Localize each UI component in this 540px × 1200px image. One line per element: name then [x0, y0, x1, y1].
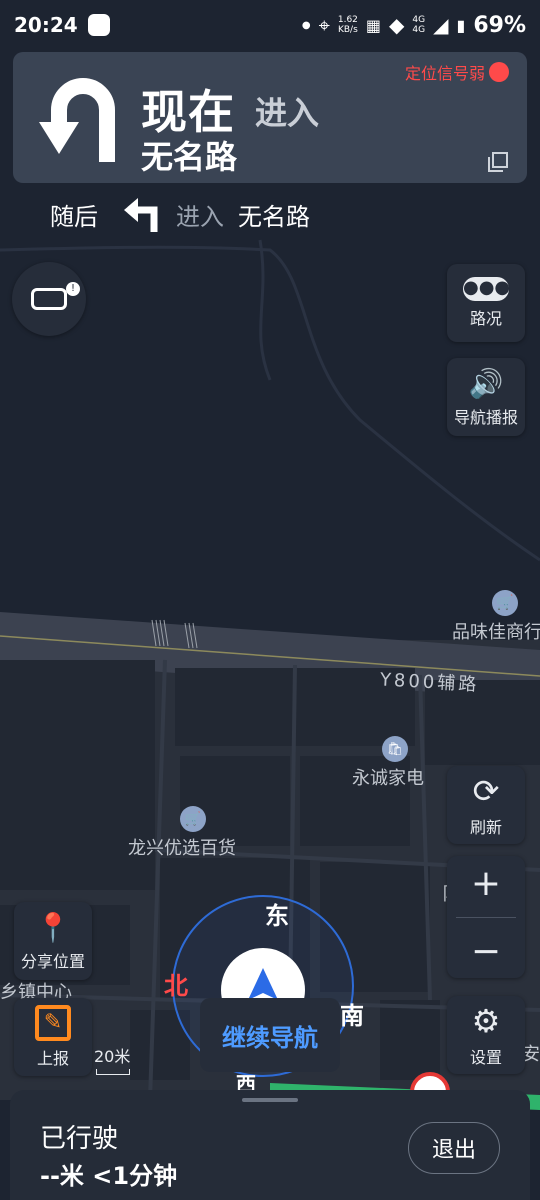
speaker-icon: 🔊: [468, 366, 504, 400]
dot-icon: ●: [301, 19, 311, 31]
turn-left-icon: [124, 198, 158, 232]
poi-label: 永诚家电: [352, 768, 424, 789]
scale-bar: [96, 1069, 130, 1075]
shop-icon: 🛒: [180, 806, 206, 832]
status-bar: 20:24 ● ⌖ 1.62 KB/s ▦ ◆ 4G 4G ◢ ▮ 69%: [0, 0, 540, 50]
next-enter: 进入: [176, 202, 224, 231]
voice-broadcast-button[interactable]: 🔊 导航播报: [447, 358, 525, 436]
traveled-label: 已行驶: [40, 1124, 119, 1154]
signal-weak-indicator: 定位信号弱: [405, 60, 509, 84]
more-dots-icon: ●●●: [463, 277, 510, 301]
network-type: 4G 4G: [412, 15, 426, 35]
poi-label: 龙兴优选百货: [128, 838, 236, 859]
zoom-in-icon[interactable]: +: [471, 863, 501, 904]
refresh-icon: ⟳: [472, 772, 500, 810]
next-then: 随后: [50, 202, 98, 231]
gear-icon: ⚙: [471, 1002, 501, 1040]
compass-south: 南: [340, 1002, 364, 1030]
exit-button[interactable]: 退出: [408, 1122, 500, 1174]
network-speed: 1.62 KB/s: [337, 15, 358, 35]
zoom-out-icon[interactable]: −: [471, 931, 501, 972]
compass-north: 北: [164, 972, 188, 1000]
guidance-road: 无名路: [141, 138, 238, 176]
copy-icon[interactable]: [487, 151, 509, 173]
zoom-control: + −: [447, 856, 525, 978]
next-road: 无名路: [238, 202, 310, 231]
report-button[interactable]: ✎ 上报: [14, 998, 92, 1076]
u-turn-left-icon: [39, 78, 115, 162]
edit-icon: ✎: [35, 1005, 71, 1041]
battery-icon: ▮: [456, 15, 466, 35]
robot-icon: [31, 288, 67, 310]
drag-handle[interactable]: [242, 1098, 298, 1102]
guidance-card[interactable]: 定位信号弱 现在 进入 无名路: [13, 52, 527, 183]
signal-icon: ◢: [433, 13, 449, 37]
traffic-button[interactable]: ●●● 路况: [447, 264, 525, 342]
sim-icon: ▦: [365, 15, 382, 35]
appliance-icon: 🛍: [382, 736, 408, 762]
shop-icon: 🛒: [492, 590, 518, 616]
assistant-button[interactable]: !: [12, 262, 86, 336]
refresh-button[interactable]: ⟳ 刷新: [447, 766, 525, 844]
share-location-button[interactable]: 📍 分享位置: [14, 902, 92, 980]
poi-yongcheng[interactable]: 🛍 永诚家电: [352, 736, 424, 790]
battery-percent: 69%: [473, 12, 526, 38]
poi-longxing[interactable]: 🛒 龙兴优选百货: [128, 806, 236, 860]
compass-east: 东: [265, 902, 289, 930]
trip-summary: --米 <1分钟: [40, 1162, 178, 1190]
continue-navigation-button[interactable]: 继续导航: [200, 998, 340, 1072]
alert-badge: !: [66, 282, 80, 296]
trip-panel[interactable]: 已行驶 --米 <1分钟 退出: [10, 1090, 530, 1200]
gps-weak-icon: [489, 62, 509, 82]
guidance-enter: 进入: [255, 94, 320, 132]
pin-icon: 📍: [35, 910, 71, 944]
road-label-y800: Y800辅路: [379, 669, 480, 696]
poi-pinwei[interactable]: 🛒 品味佳商行: [452, 590, 540, 644]
next-step: 随后 进入 无名路: [0, 183, 540, 245]
app-notification-icon: [87, 14, 110, 36]
map-scale: 20米: [94, 1043, 130, 1075]
settings-button[interactable]: ⚙ 设置: [447, 996, 525, 1074]
poi-label: 品味佳商行: [452, 622, 540, 643]
status-time: 20:24: [14, 13, 78, 37]
wifi-icon: ◆: [389, 13, 405, 37]
location-icon: ⌖: [318, 13, 330, 37]
